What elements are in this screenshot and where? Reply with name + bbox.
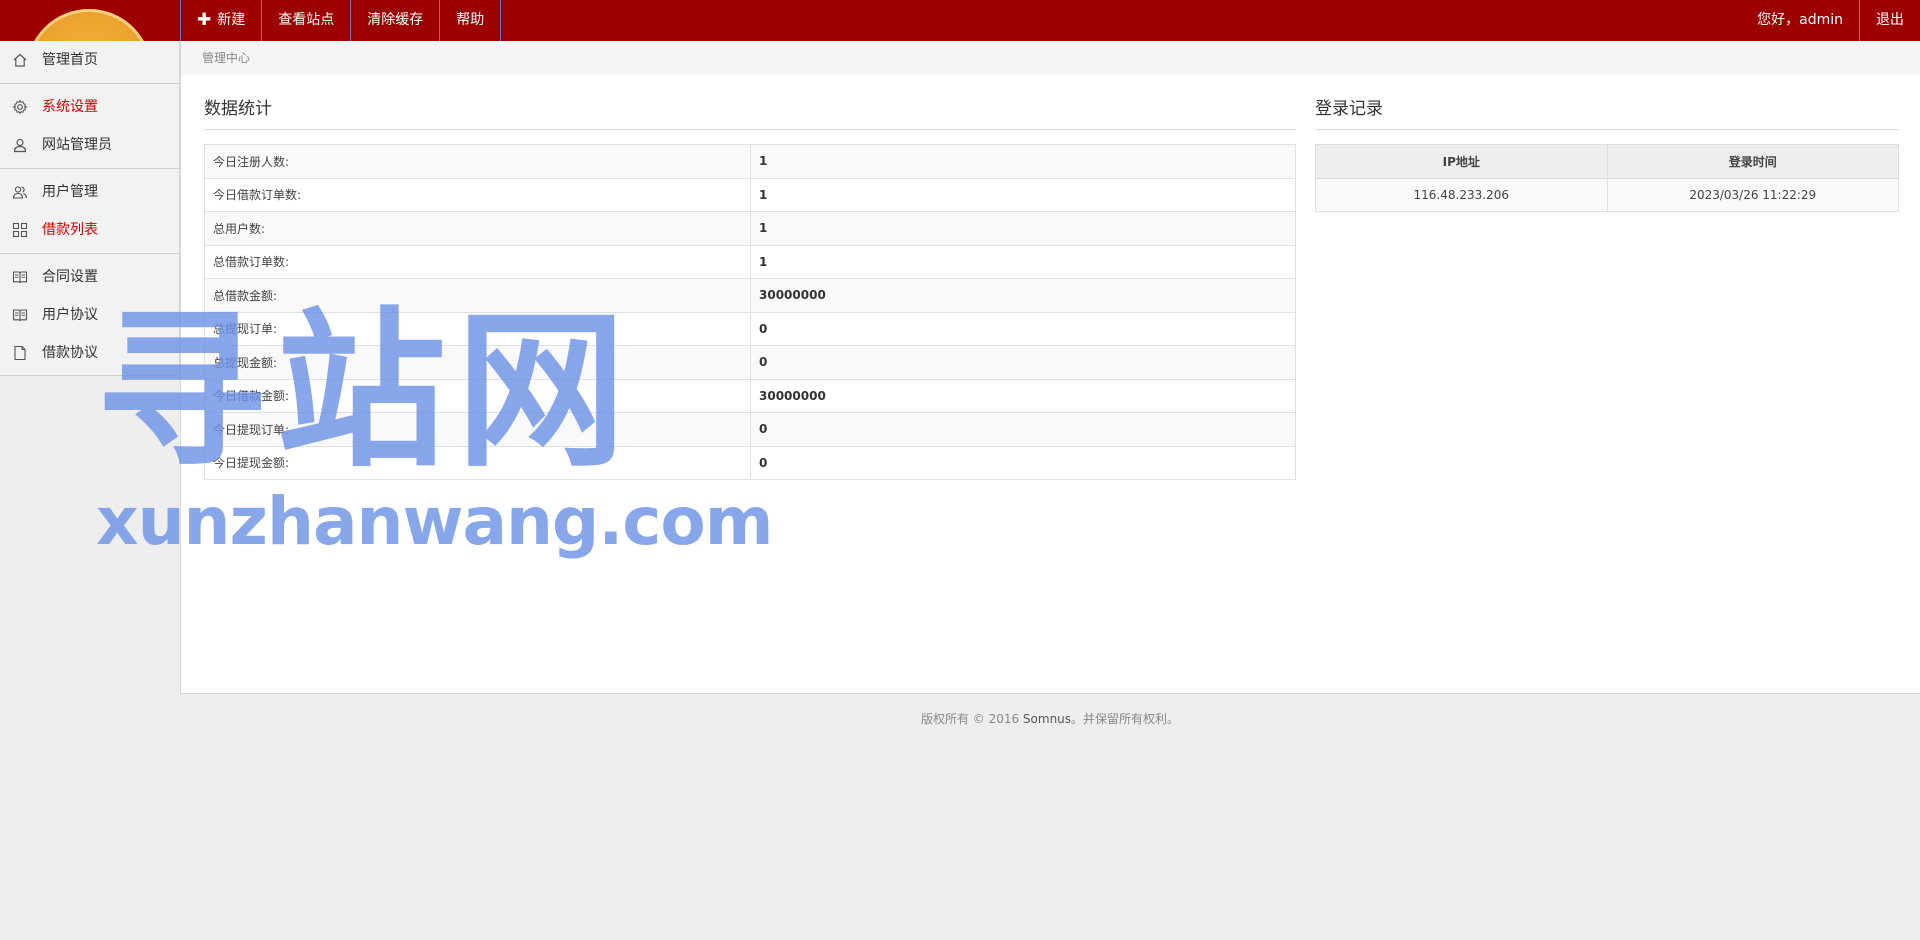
plus-icon: ✚ [197,10,212,30]
sidebar: 管理首页 系统设置 网站管理员 用户管理 借款列表 合同设置 用户协议 借款协议 [0,41,180,376]
gear-icon [12,99,28,115]
view-site-button[interactable]: 查看站点 [261,0,350,41]
grid-icon [12,222,28,238]
sidebar-item-home[interactable]: 管理首页 [0,41,179,79]
stat-label: 今日提现金额: [204,445,751,480]
stat-value: 1 [750,144,1296,179]
home-icon [13,53,27,67]
sidebar-item-label: 系统设置 [42,99,98,115]
sidebar-item-system-settings[interactable]: 系统设置 [0,88,179,126]
table-row: 今日提现金额: 0 [204,445,1296,480]
stat-label: 今日提现订单: [204,412,751,447]
sidebar-item-label: 用户协议 [42,307,98,323]
login-ip: 116.48.233.206 [1315,178,1608,212]
login-records-table: IP地址 登录时间 116.48.233.206 2023/03/26 11:2… [1315,144,1899,212]
stat-value: 0 [750,345,1296,380]
stat-label: 总提现订单: [204,311,751,346]
logo-sun-icon [26,9,152,41]
table-row: 今日注册人数: 1 [204,144,1296,179]
stat-value: 1 [750,244,1296,279]
sidebar-item-user-agreement[interactable]: 用户协议 [0,296,179,334]
table-row: 总借款订单数: 1 [204,244,1296,279]
stat-label: 总借款订单数: [204,244,751,279]
stat-label: 总借款金额: [204,278,751,313]
table-row: 116.48.233.206 2023/03/26 11:22:29 [1315,178,1899,212]
stat-label: 今日借款金额: [204,378,751,413]
table-row: 今日提现订单: 0 [204,412,1296,447]
stat-label: 总用户数: [204,211,751,246]
table-row: 总借款金额: 30000000 [204,278,1296,313]
sidebar-divider [0,83,179,84]
table-row: 今日借款金额: 30000000 [204,378,1296,413]
column-header-ip: IP地址 [1315,144,1608,179]
login-records-title: 登录记录 [1315,94,1899,130]
sidebar-item-label: 管理首页 [42,52,98,68]
table-row: 总提现订单: 0 [204,311,1296,346]
users-icon [12,186,28,199]
logo [0,0,180,41]
column-header-login-time: 登录时间 [1606,144,1899,179]
file-icon [14,345,26,361]
sidebar-item-loan-list[interactable]: 借款列表 [0,211,179,249]
sidebar-item-label: 网站管理员 [42,137,112,153]
clear-cache-button[interactable]: 清除缓存 [350,0,439,41]
sidebar-divider [0,253,179,254]
breadcrumb: 管理中心 [181,41,1920,75]
footer: 版权所有 © 2016 Somnus。并保留所有权利。 [180,710,1920,727]
stat-label: 今日借款订单数: [204,177,751,212]
stat-value: 30000000 [750,378,1296,413]
stat-value: 30000000 [750,278,1296,313]
main-content: 管理中心 数据统计 今日注册人数: 1 今日借款订单数: 1 总用户数: 1 总借款订… [180,41,1920,694]
footer-suffix: 。并保留所有权利。 [1071,712,1180,726]
stat-value: 1 [750,177,1296,212]
table-row: 总提现金额: 0 [204,345,1296,380]
new-button-label: 新建 [217,12,246,28]
stat-value: 0 [750,311,1296,346]
stat-value: 1 [750,211,1296,246]
footer-brand: Somnus [1022,712,1072,726]
top-right: 您好，admin 退出 [1741,0,1920,41]
sidebar-item-contract-settings[interactable]: 合同设置 [0,258,179,296]
sidebar-item-loan-agreement[interactable]: 借款协议 [0,334,179,372]
sidebar-item-label: 用户管理 [42,184,98,200]
stat-label: 今日注册人数: [204,144,751,179]
sidebar-item-label: 合同设置 [42,269,98,285]
footer-prefix: 版权所有 © 2016 [920,712,1023,726]
book-icon [12,309,28,322]
user-icon [13,138,27,153]
stat-value: 0 [750,445,1296,480]
sidebar-divider [0,168,179,169]
stats-table: 今日注册人数: 1 今日借款订单数: 1 总用户数: 1 总借款订单数: 1 总借款金额… [204,144,1296,480]
help-button[interactable]: 帮助 [439,0,502,41]
greeting: 您好，admin [1757,12,1843,28]
sidebar-item-label: 借款协议 [42,345,98,361]
stat-value: 0 [750,412,1296,447]
book-icon [12,271,28,284]
stat-label: 总提现金额: [204,345,751,380]
top-nav: ✚ 新建 查看站点 清除缓存 帮助 [180,0,502,41]
login-time: 2023/03/26 11:22:29 [1606,178,1899,212]
new-button[interactable]: ✚ 新建 [180,0,261,41]
table-row: 总用户数: 1 [204,211,1296,246]
sidebar-item-label: 借款列表 [42,222,98,238]
table-header-row: IP地址 登录时间 [1315,144,1899,179]
table-row: 今日借款订单数: 1 [204,177,1296,212]
logout-button[interactable]: 退出 [1859,0,1920,41]
sidebar-item-site-admins[interactable]: 网站管理员 [0,126,179,164]
stats-title: 数据统计 [204,94,1296,130]
top-bar: ✚ 新建 查看站点 清除缓存 帮助 您好，admin 退出 [0,0,1920,41]
sidebar-item-user-management[interactable]: 用户管理 [0,173,179,211]
